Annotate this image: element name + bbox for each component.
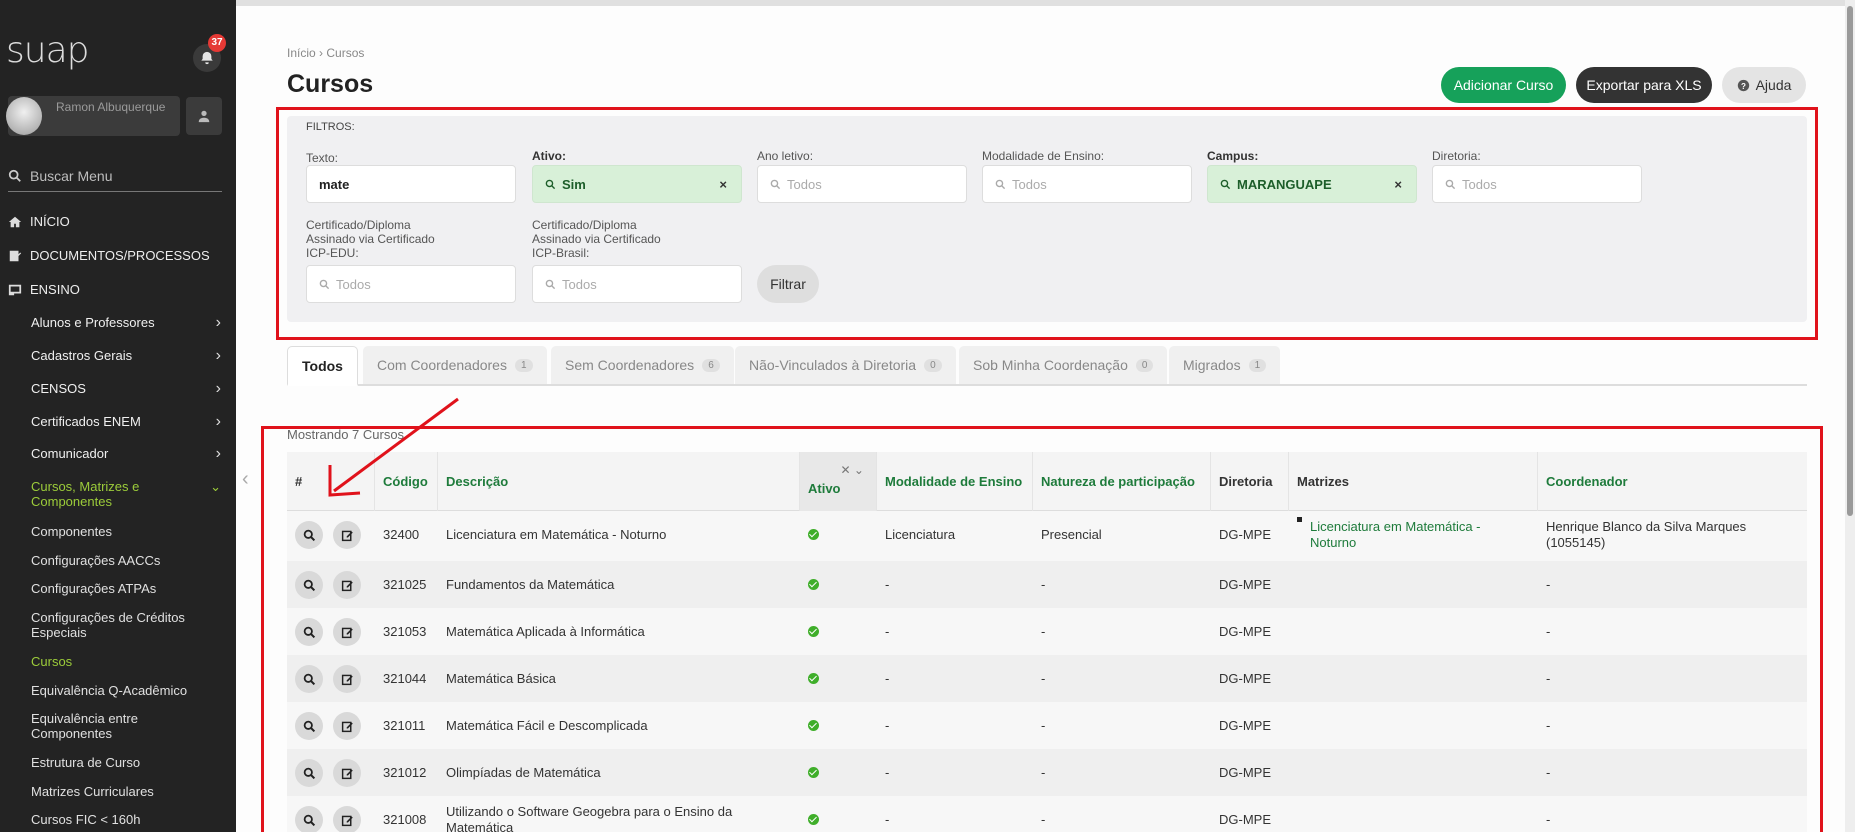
svg-text:?: ? [1741,81,1746,90]
help-icon: ? [1737,79,1749,91]
sidebar: suap 37 Ramon Albuquerque Buscar Menu IN… [0,0,236,832]
user-icon [198,110,210,123]
search-menu-input[interactable]: Buscar Menu [8,164,222,192]
sidebar-item-equivalencia-componentes[interactable]: Equivalência entre Componentes [31,711,171,741]
sidebar-item-cursos-fic[interactable]: Cursos FIC < 160h [31,812,221,827]
teaching-icon [8,284,22,295]
chevron-right-icon: › [215,380,221,397]
tab-todos[interactable]: Todos [287,346,358,386]
top-bar [236,0,1855,6]
annotation-arrow-icon [328,397,459,497]
sidebar-item-componentes[interactable]: Componentes [31,524,221,539]
page-title: Cursos [287,70,374,98]
document-icon [9,250,22,261]
notification-count-badge: 37 [208,34,226,52]
user-name: Ramon Albuquerque [56,100,166,114]
collapse-sidebar-icon[interactable]: ‹ [242,468,249,491]
chevron-right-icon: › [215,347,221,364]
home-icon [8,216,22,227]
sidebar-item-certificados-enem[interactable]: Certificados ENEM › [31,413,221,430]
sidebar-item-estrutura-curso[interactable]: Estrutura de Curso [31,755,221,770]
sidebar-item-censos[interactable]: CENSOS › [31,380,221,397]
sidebar-item-cursos[interactable]: Cursos [31,654,221,669]
sidebar-item-matrizes-curriculares[interactable]: Matrizes Curriculares [31,784,221,799]
add-course-button[interactable]: Adicionar Curso [1441,67,1566,103]
search-icon [8,169,21,182]
tab-migrados[interactable]: Migrados 1 [1169,346,1281,384]
sidebar-item-comunicador[interactable]: Comunicador › [31,445,221,462]
nav-item-inicio[interactable]: INÍCIO [8,214,70,229]
tab-sob-minha-coordenacao[interactable]: Sob Minha Coordenação 0 [959,346,1168,384]
tab-nao-vinculados[interactable]: Não-Vinculados à Diretoria 0 [735,346,956,384]
chevron-right-icon: › [215,314,221,331]
tab-com-coordenadores[interactable]: Com Coordenadores 1 [363,346,547,384]
nav-item-ensino[interactable]: ENSINO [8,282,80,297]
nav-item-documentos[interactable]: DOCUMENTOS/PROCESSOS [8,248,210,263]
sidebar-item-config-aaccs[interactable]: Configurações AACCs [31,553,221,568]
annotation-frame-table [261,426,1823,832]
tab-sem-coordenadores[interactable]: Sem Coordenadores 6 [551,346,734,384]
tabs-bar: Todos Com Coordenadores 1 Sem Coordenador… [287,346,1807,386]
breadcrumb-separator: › [319,46,324,60]
annotation-frame-filters [276,107,1818,340]
chevron-right-icon: › [215,413,221,430]
breadcrumb: Início › Cursos [287,46,364,60]
sidebar-item-cursos-matrizes[interactable]: Cursos, Matrizes e Componentes ⌄ [31,479,221,509]
search-menu-placeholder: Buscar Menu [30,168,113,184]
export-xls-button[interactable]: Exportar para XLS [1576,67,1712,103]
suap-logo[interactable]: suap [6,30,89,71]
sidebar-item-cadastros-gerais[interactable]: Cadastros Gerais › [31,347,221,364]
sidebar-item-equivalencia-qacademico[interactable]: Equivalência Q-Acadêmico [31,683,221,698]
chevron-down-icon: ⌄ [210,479,221,494]
sidebar-item-config-creditos[interactable]: Configurações de Créditos Especiais [31,610,201,640]
breadcrumb-current: Cursos [326,46,365,60]
page-scrollbar[interactable] [1845,0,1855,832]
help-button[interactable]: ? Ajuda [1722,67,1806,103]
chevron-right-icon: › [215,445,221,462]
user-profile-button[interactable] [186,97,222,135]
sidebar-item-alunos-professores[interactable]: Alunos e Professores › [31,314,221,331]
scrollbar-thumb[interactable] [1847,6,1853,516]
sidebar-item-config-atpas[interactable]: Configurações ATPAs [31,581,221,596]
breadcrumb-home-link[interactable]: Início [287,46,316,60]
avatar[interactable] [6,97,42,135]
